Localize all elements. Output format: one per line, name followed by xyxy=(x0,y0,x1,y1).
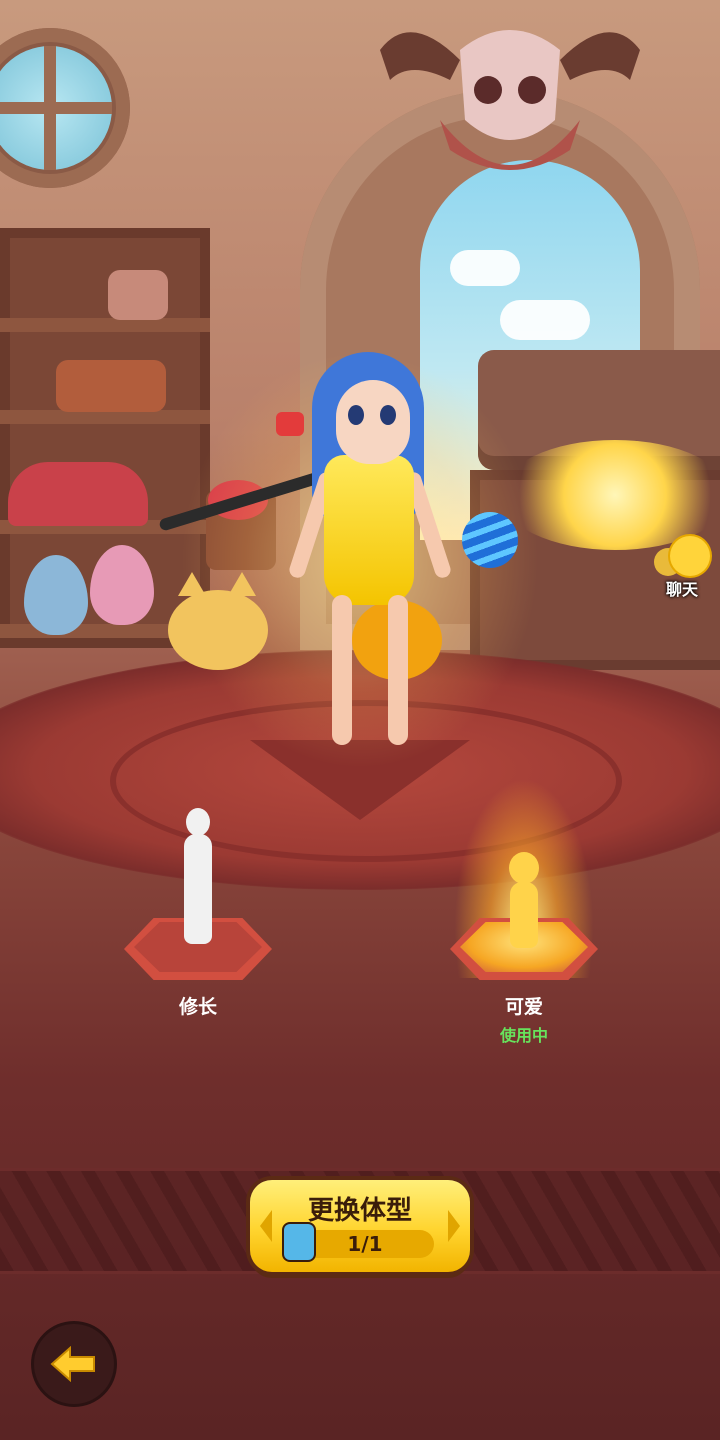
meat-chunk xyxy=(8,462,148,526)
character-face xyxy=(336,380,410,464)
character-leg-left xyxy=(332,595,352,745)
shelf-board xyxy=(0,318,210,332)
body-type-option-slim[interactable]: 修长 xyxy=(118,808,278,1028)
character-eye-left xyxy=(348,405,364,425)
change-body-type-title: 更换体型 xyxy=(307,1196,412,1226)
chat-label: 聊天 xyxy=(665,580,698,599)
body-type-status-in-use: 使用中 xyxy=(499,1026,548,1045)
change-body-type-button[interactable]: 更换体型 1/1 xyxy=(250,1180,470,1272)
planet-orb xyxy=(462,512,518,568)
change-count: 1/1 xyxy=(347,1232,383,1256)
back-button[interactable] xyxy=(34,1324,114,1404)
back-arrow-icon xyxy=(50,1346,95,1382)
cute-figure-icon xyxy=(506,852,542,952)
shiba-pet xyxy=(168,590,268,670)
window-frame-horizontal xyxy=(0,102,112,114)
fruit-basket xyxy=(56,360,166,412)
chat-emoji-icon xyxy=(670,536,710,576)
pet-ear xyxy=(178,572,206,596)
floating-rocket xyxy=(276,412,304,436)
pet-ear xyxy=(228,572,256,596)
chat-button[interactable]: 聊天 xyxy=(646,530,718,602)
shelf-board xyxy=(0,410,210,424)
body-type-option-cute[interactable]: 可爱 使用中 xyxy=(444,778,604,1045)
clay-pot xyxy=(108,270,168,320)
body-type-label: 修长 xyxy=(178,996,217,1018)
character-eye-right xyxy=(380,405,396,425)
character-leg-right xyxy=(388,595,408,745)
game-scene: 聊天 修长 可爱 使用中 更换体型 1/1 xyxy=(0,0,720,1440)
cloud xyxy=(450,250,520,286)
character-yellow-outfit xyxy=(324,455,414,605)
slim-figure-icon xyxy=(180,808,216,948)
horned-skull-decoration xyxy=(380,30,640,170)
cloud xyxy=(500,300,590,340)
body-type-label: 可爱 xyxy=(504,996,543,1018)
